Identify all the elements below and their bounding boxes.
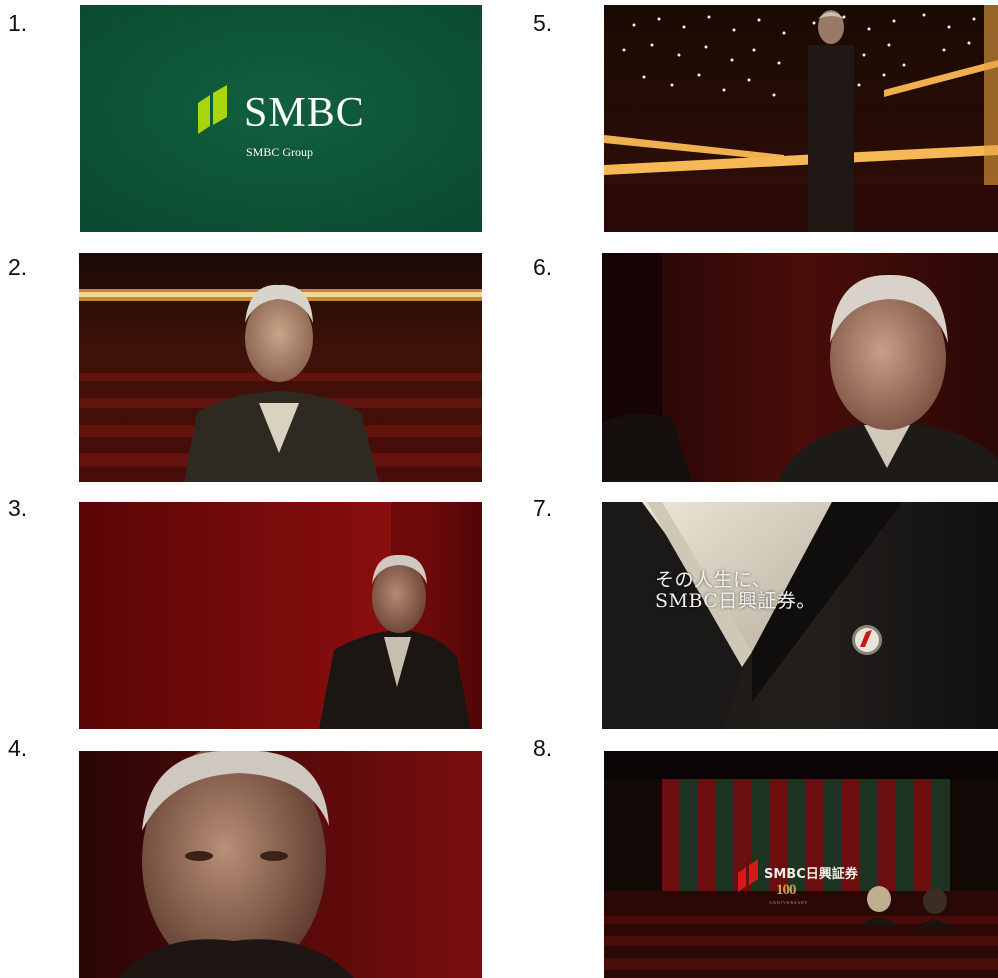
frame-number-2: 2. [8,254,28,280]
brand-logotype: SMBC日興証券 [764,867,858,882]
frame-6-audience-smile [602,253,998,482]
anniversary-number: 100 [776,882,796,898]
tagline-line-2: SMBC日興証券。 [655,590,816,612]
frame-number-8: 8. [533,735,553,761]
frame-5-stage-lights [604,5,998,232]
anniversary-label: ANNIVERSARY [769,900,809,905]
frame-4-close-up [79,751,482,978]
frame-7-kimono-badge: その人生に、 SMBC日興証券。 [602,502,998,729]
tagline-line-1: その人生に、 [655,569,772,591]
frame-1-logo-card: SMBC SMBC Group [80,5,482,232]
frame-number-6: 6. [533,254,553,280]
logo-group-name: SMBC Group [246,145,314,159]
frame-number-3: 3. [8,495,28,521]
logo-wordmark: SMBC [244,90,365,136]
frame-number-7: 7. [533,495,553,521]
frame-number-4: 4. [8,735,28,761]
frame-3-red-wall-portrait [79,502,482,729]
frame-number-5: 5. [533,10,553,36]
frame-2-theater-portrait [79,253,482,482]
frame-number-1: 1. [8,10,28,36]
frame-8-kabuki-curtain: SMBC日興証券 100 ANNIVERSARY [604,751,998,978]
